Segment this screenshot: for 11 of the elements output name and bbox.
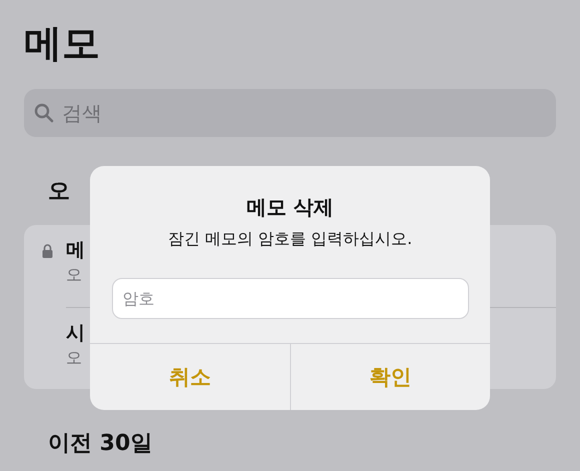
note-time: 오 [66, 348, 82, 369]
dialog-message: 잠긴 메모의 암호를 입력하십시오. [168, 229, 412, 250]
dialog-title: 메모 삭제 [246, 194, 334, 221]
password-field[interactable]: 암호 [112, 278, 468, 319]
note-title[interactable]: 시 [66, 320, 85, 346]
section-heading: 오 [48, 178, 71, 206]
note-title[interactable]: 메 [66, 237, 85, 263]
section-heading: 이전 30일 [48, 430, 154, 458]
search-field[interactable]: 검색 [24, 89, 556, 137]
note-time: 오 [66, 265, 82, 286]
page-title: 메모 [24, 20, 101, 67]
